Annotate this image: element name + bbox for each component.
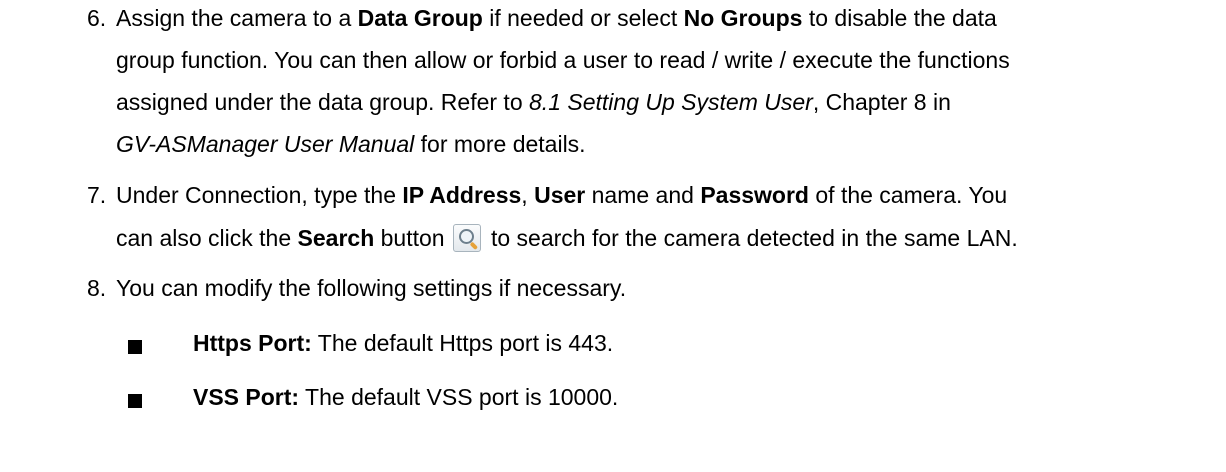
user-term: User [534, 182, 586, 208]
bullet-text: VSS Port: The default VSS port is 10000. [193, 384, 618, 411]
square-bullet-icon [128, 340, 142, 354]
text: , [521, 182, 535, 208]
https-port-label: Https Port: [193, 330, 312, 356]
step-6-line-4: GV-ASManager User Manual for more detail… [116, 131, 586, 158]
step-6-line-2: group function. You can then allow or fo… [116, 47, 1010, 73]
text: of the camera. You [808, 182, 1008, 208]
text: Assign the camera to a [116, 5, 358, 31]
text: assigned under the data group. Refer to [116, 89, 530, 115]
password-term: Password [700, 182, 809, 208]
text: if needed or select [482, 5, 684, 31]
step-8-number: 8. [87, 275, 107, 301]
text: button [374, 225, 445, 251]
no-groups-term: No Groups [683, 5, 803, 31]
search-term: Search [297, 225, 375, 251]
text: can also click the [116, 225, 298, 251]
step-7-number: 7. [87, 182, 107, 208]
manual-reference: GV-ASManager User Manual [116, 131, 415, 157]
ip-address-term: IP Address [402, 182, 522, 208]
step-7-line-2: can also click the Search button to sear… [116, 224, 1018, 252]
text: to disable the data [802, 5, 997, 31]
step-6-line-1: Assign the camera to a Data Group if nee… [116, 5, 997, 32]
vss-port-description: The default VSS port is 10000. [299, 384, 619, 410]
data-group-term: Data Group [357, 5, 483, 31]
vss-port-label: VSS Port: [193, 384, 300, 410]
step-6-number: 6. [87, 5, 107, 31]
magnifier-handle [469, 241, 478, 251]
https-port-description: The default Https port is 443. [311, 330, 614, 356]
step-8-line-1: You can modify the following settings if… [116, 275, 627, 301]
text: for more details. [414, 131, 586, 157]
step-6-line-3: assigned under the data group. Refer to … [116, 89, 951, 116]
text: name and [585, 182, 701, 208]
search-icon [452, 224, 481, 252]
bullet-text: Https Port: The default Https port is 44… [193, 330, 613, 357]
text: Under Connection, type the [116, 182, 403, 208]
section-reference: 8.1 Setting Up System User [529, 89, 813, 115]
square-bullet-icon [128, 394, 142, 408]
step-7-line-1: Under Connection, type the IP Address, U… [116, 182, 1007, 209]
text: to search for the camera detected in the… [484, 225, 1018, 251]
text: , Chapter 8 in [812, 89, 951, 115]
